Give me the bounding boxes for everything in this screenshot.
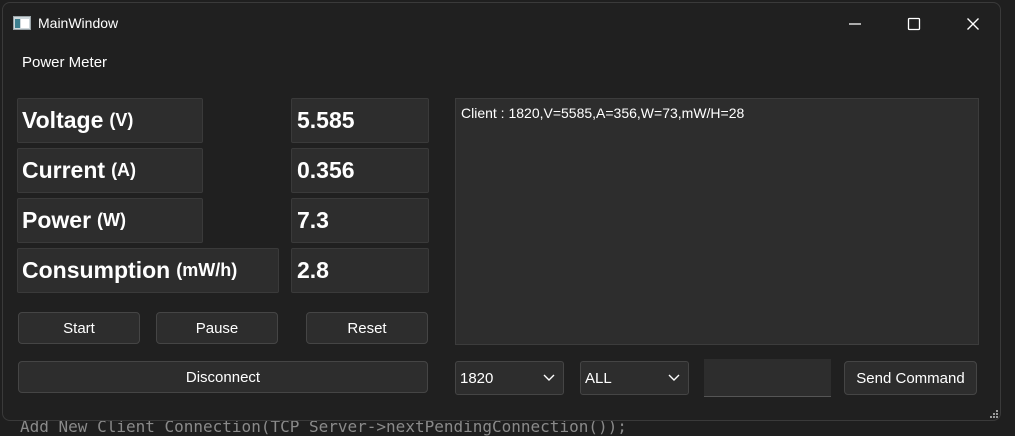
power-value: 7.3 xyxy=(291,198,429,243)
client-log[interactable]: Client : 1820,V=5585,A=356,W=73,mW/H=28 xyxy=(455,98,979,345)
voltage-unit: (V) xyxy=(109,110,134,130)
menu-power-meter[interactable]: Power Meter xyxy=(22,54,107,71)
title-bar[interactable]: MainWindow xyxy=(3,3,1000,43)
command-input[interactable] xyxy=(704,359,831,397)
current-label: Current (A) xyxy=(17,148,203,193)
app-icon xyxy=(13,16,31,30)
current-label-text: Current xyxy=(22,157,106,183)
maximize-icon xyxy=(907,17,921,31)
voltage-label: Voltage (V) xyxy=(17,98,203,143)
close-icon xyxy=(967,18,979,30)
voltage-label-text: Voltage xyxy=(22,107,104,133)
consumption-value: 2.8 xyxy=(291,248,429,293)
minimize-icon xyxy=(849,23,861,25)
current-value: 0.356 xyxy=(291,148,429,193)
main-window: MainWindow Power Meter Voltage (V) 5.585… xyxy=(2,2,1001,421)
voltage-value: 5.585 xyxy=(291,98,429,143)
log-line: Client : 1820,V=5585,A=356,W=73,mW/H=28 xyxy=(461,105,745,121)
chevron-down-icon xyxy=(668,374,680,381)
power-label-text: Power xyxy=(22,207,92,233)
chevron-down-icon xyxy=(543,374,555,381)
window-title: MainWindow xyxy=(38,15,119,31)
client-select-value: 1820 xyxy=(460,370,494,387)
pause-button[interactable]: Pause xyxy=(156,312,278,344)
client-select[interactable]: 1820 xyxy=(455,361,564,395)
consumption-unit: (mW/h) xyxy=(176,260,238,280)
send-command-button[interactable]: Send Command xyxy=(844,361,977,395)
start-button[interactable]: Start xyxy=(18,312,140,344)
close-button[interactable] xyxy=(959,11,987,37)
power-label: Power (W) xyxy=(17,198,203,243)
target-select-value: ALL xyxy=(585,370,612,387)
resize-grip-icon[interactable] xyxy=(990,410,999,419)
consumption-label-text: Consumption xyxy=(22,257,171,283)
minimize-button[interactable] xyxy=(841,11,869,37)
reset-button[interactable]: Reset xyxy=(306,312,428,344)
current-unit: (A) xyxy=(111,160,137,180)
target-select[interactable]: ALL xyxy=(580,361,689,395)
power-unit: (W) xyxy=(97,210,127,230)
disconnect-button[interactable]: Disconnect xyxy=(18,361,428,393)
maximize-button[interactable] xyxy=(900,11,928,37)
consumption-label: Consumption (mW/h) xyxy=(17,248,279,293)
